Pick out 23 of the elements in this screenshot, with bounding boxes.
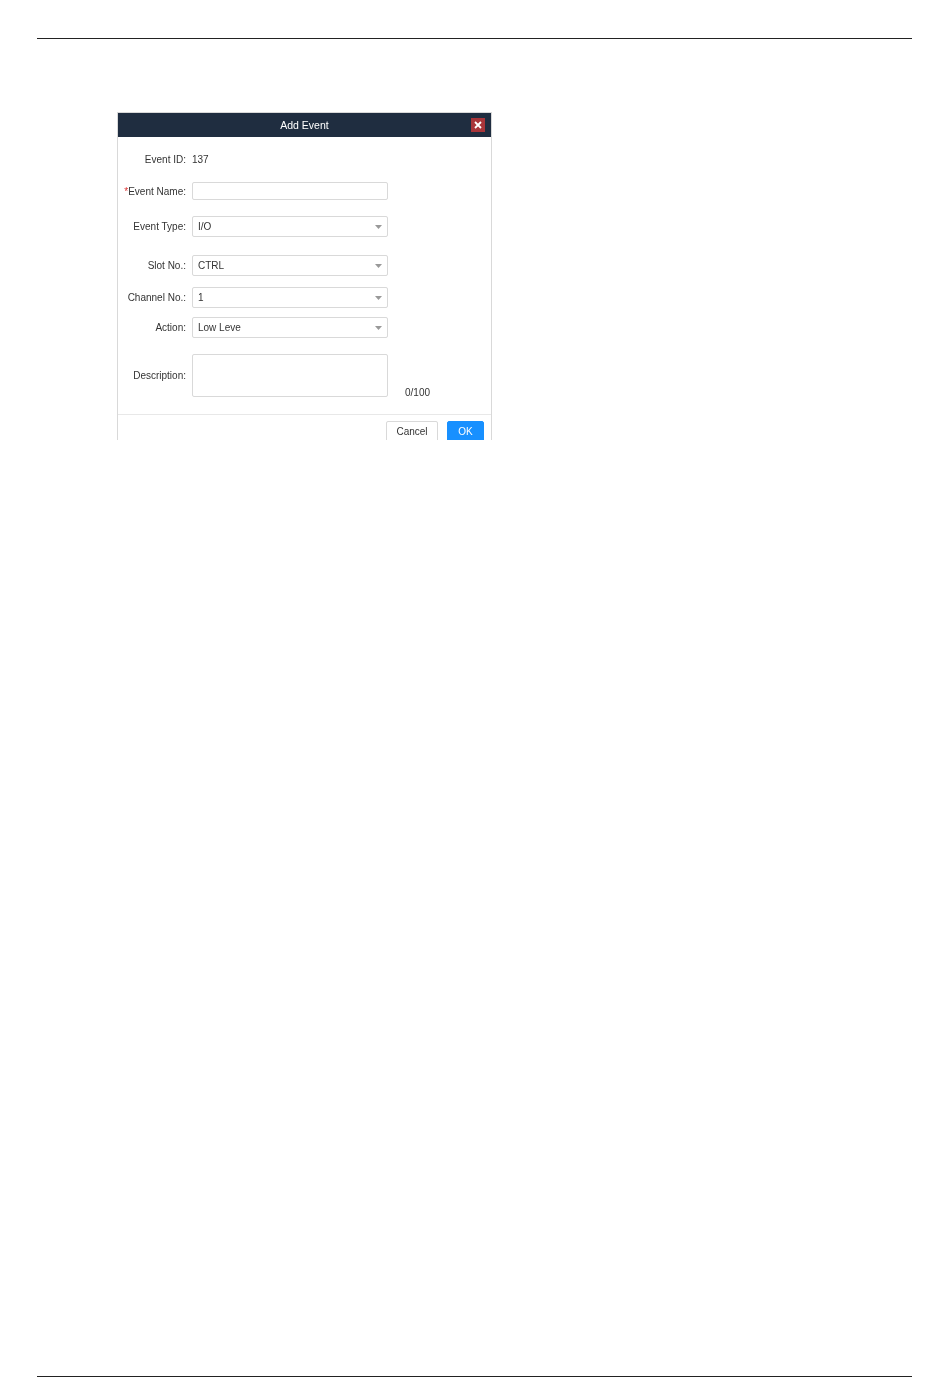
field-label: Slot No.:	[146, 260, 187, 271]
close-icon	[474, 121, 482, 129]
description-field[interactable]	[192, 354, 388, 397]
dropdown-field[interactable]: Low Leve	[192, 317, 388, 338]
dropdown-field[interactable]: 1	[192, 287, 388, 308]
field-label: Description:	[132, 370, 187, 381]
caret-icon	[375, 325, 382, 330]
input-field[interactable]	[192, 182, 388, 200]
field-label: *Event Name:	[123, 185, 187, 197]
caret-icon	[375, 263, 382, 268]
caret-icon	[375, 295, 382, 300]
field-label: Event ID:	[143, 154, 187, 165]
field-label: Action:	[154, 322, 187, 333]
caret-icon	[375, 224, 382, 229]
character-counter: 0/100	[405, 387, 431, 398]
cancel-button[interactable]: Cancel	[386, 421, 438, 440]
field-label: Channel No.:	[126, 292, 187, 303]
field-label: Event Type:	[132, 221, 187, 232]
close-button[interactable]	[471, 118, 485, 132]
dialog-title: Add Event	[280, 119, 329, 131]
dropdown-field[interactable]: CTRL	[192, 255, 388, 276]
event-id-value: 137	[192, 154, 209, 165]
dropdown-field[interactable]: I/O	[192, 216, 388, 237]
